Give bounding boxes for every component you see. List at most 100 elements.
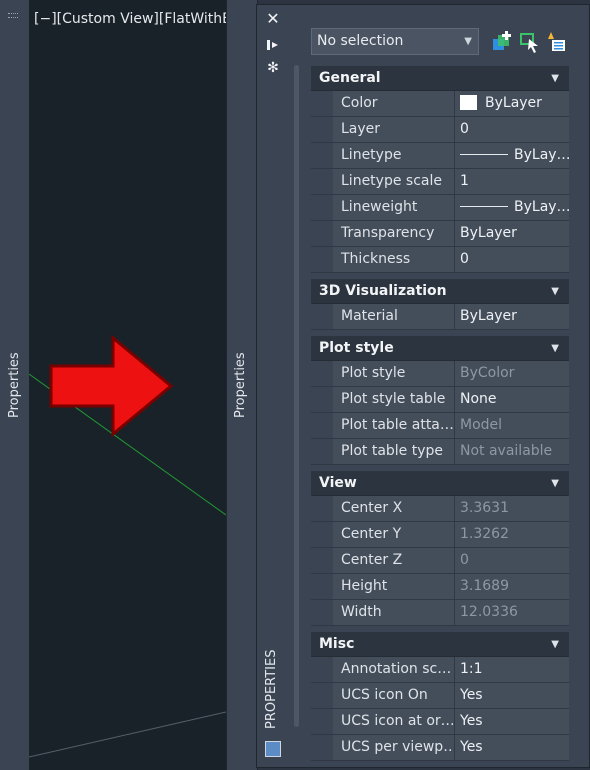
property-value: ByLayer (455, 221, 569, 246)
properties-palette: ✕ ✻ PROPERTIES No selection ▼ General ▼ (256, 4, 590, 768)
property-value: ByLay… (514, 199, 569, 215)
property-name: Color (333, 91, 455, 116)
select-objects-icon[interactable] (519, 31, 541, 53)
section-title: 3D Visualization (319, 283, 447, 299)
palette-title: PROPERTIES (264, 649, 279, 730)
property-row-height[interactable]: Height 3.1689 (311, 574, 569, 600)
section-title: General (319, 70, 381, 86)
property-name: Annotation sc… (333, 657, 455, 682)
property-name: Material (333, 304, 455, 329)
section-header-plot-style[interactable]: Plot style ▼ (311, 336, 569, 361)
property-value: 1:1 (455, 657, 569, 682)
property-name: Height (333, 574, 455, 599)
property-row-ucs-icon-at-origin[interactable]: UCS icon at or… Yes (311, 709, 569, 735)
property-value: 3.3631 (455, 496, 569, 521)
left-properties-palette[interactable]: Properties (0, 0, 30, 770)
property-value: 3.1689 (455, 574, 569, 599)
property-row-lineweight[interactable]: Lineweight ByLay… (311, 195, 569, 221)
property-value: Model (455, 413, 569, 438)
property-value: ByLayer (485, 95, 542, 111)
property-row-ucs-per-viewport[interactable]: UCS per viewp… Yes (311, 735, 569, 761)
property-row-center-z[interactable]: Center Z 0 (311, 548, 569, 574)
property-value: ByLayer (455, 304, 569, 329)
settings-icon[interactable]: ✻ (266, 61, 280, 75)
property-row-layer[interactable]: Layer 0 (311, 117, 569, 143)
property-name: Thickness (333, 247, 455, 272)
palette-scrollbar[interactable] (294, 65, 299, 727)
section-header-view[interactable]: View ▼ (311, 471, 569, 496)
property-name: Plot style table (333, 387, 455, 412)
property-row-material[interactable]: Material ByLayer (311, 304, 569, 330)
quick-select-icon[interactable] (545, 31, 567, 53)
lineweight-sample (460, 206, 508, 207)
collapse-arrow-icon[interactable]: ▼ (551, 632, 559, 657)
property-name: Lineweight (333, 195, 455, 220)
property-row-ucs-icon-on[interactable]: UCS icon On Yes (311, 683, 569, 709)
property-row-transparency[interactable]: Transparency ByLayer (311, 221, 569, 247)
property-name: Center Y (333, 522, 455, 547)
section-view: View ▼ Center X 3.3631 Center Y 1.3262 C… (311, 471, 569, 626)
mid-palette-label: Properties (233, 352, 248, 418)
property-row-width[interactable]: Width 12.0336 (311, 600, 569, 626)
property-row-plot-style-table[interactable]: Plot style table None (311, 387, 569, 413)
section-title: View (319, 475, 357, 491)
property-row-linetype-scale[interactable]: Linetype scale 1 (311, 169, 569, 195)
property-row-linetype[interactable]: Linetype ByLay… (311, 143, 569, 169)
chevron-down-icon: ▼ (464, 36, 472, 47)
collapse-arrow-icon[interactable]: ▼ (551, 471, 559, 496)
property-name: Center Z (333, 548, 455, 573)
property-value: ByLay… (514, 147, 569, 163)
property-row-plot-table-type[interactable]: Plot table type Not available (311, 439, 569, 465)
property-value: Not available (455, 439, 569, 464)
property-value: 1 (455, 169, 569, 194)
palette-app-icon (265, 741, 281, 757)
property-name: Plot table type (333, 439, 455, 464)
linetype-sample (460, 154, 508, 155)
property-value: Yes (455, 683, 569, 708)
property-name: Layer (333, 117, 455, 142)
property-value: None (455, 387, 569, 412)
property-name: Linetype scale (333, 169, 455, 194)
property-row-center-x[interactable]: Center X 3.3631 (311, 496, 569, 522)
section-3d-visualization: 3D Visualization ▼ Material ByLayer (311, 279, 569, 330)
section-title: Plot style (319, 340, 394, 356)
property-row-annotation-scale[interactable]: Annotation sc… 1:1 (311, 657, 569, 683)
autohide-icon[interactable] (266, 38, 280, 52)
property-row-color[interactable]: Color ByLayer (311, 91, 569, 117)
property-name: Linetype (333, 143, 455, 168)
section-header-3d-visualization[interactable]: 3D Visualization ▼ (311, 279, 569, 304)
toggle-pickadd-icon[interactable] (491, 31, 513, 53)
property-row-thickness[interactable]: Thickness 0 (311, 247, 569, 273)
section-misc: Misc ▼ Annotation sc… 1:1 UCS icon On Ye… (311, 632, 569, 761)
property-value: Yes (455, 709, 569, 734)
property-row-plot-table-attached[interactable]: Plot table atta… Model (311, 413, 569, 439)
collapse-arrow-icon[interactable]: ▼ (551, 279, 559, 304)
color-swatch (460, 95, 477, 110)
section-general: General ▼ Color ByLayer Layer 0 Linetype… (311, 66, 569, 273)
viewport-controls[interactable]: [−][Custom View][FlatWithEd (34, 11, 226, 27)
close-icon[interactable]: ✕ (266, 11, 280, 27)
property-value: ByColor (455, 361, 569, 386)
gray-axis-line (29, 711, 226, 758)
section-header-misc[interactable]: Misc ▼ (311, 632, 569, 657)
property-row-center-y[interactable]: Center Y 1.3262 (311, 522, 569, 548)
section-plot-style: Plot style ▼ Plot style ByColor Plot sty… (311, 336, 569, 465)
left-palette-label: Properties (7, 352, 22, 418)
grip-handle[interactable] (8, 13, 18, 18)
property-name: Width (333, 600, 455, 625)
property-name: UCS icon On (333, 683, 455, 708)
section-title: Misc (319, 636, 355, 652)
mid-properties-palette[interactable]: Properties (226, 0, 258, 770)
property-name: Transparency (333, 221, 455, 246)
selection-value: No selection (317, 33, 404, 49)
collapse-arrow-icon[interactable]: ▼ (551, 336, 559, 361)
red-arrow-icon (49, 334, 174, 438)
property-name: Plot table atta… (333, 413, 455, 438)
collapse-arrow-icon[interactable]: ▼ (551, 66, 559, 91)
selection-dropdown[interactable]: No selection ▼ (311, 28, 479, 55)
property-name: Plot style (333, 361, 455, 386)
property-row-plot-style[interactable]: Plot style ByColor (311, 361, 569, 387)
section-header-general[interactable]: General ▼ (311, 66, 569, 91)
property-value: 12.0336 (455, 600, 569, 625)
property-name: UCS icon at or… (333, 709, 455, 734)
